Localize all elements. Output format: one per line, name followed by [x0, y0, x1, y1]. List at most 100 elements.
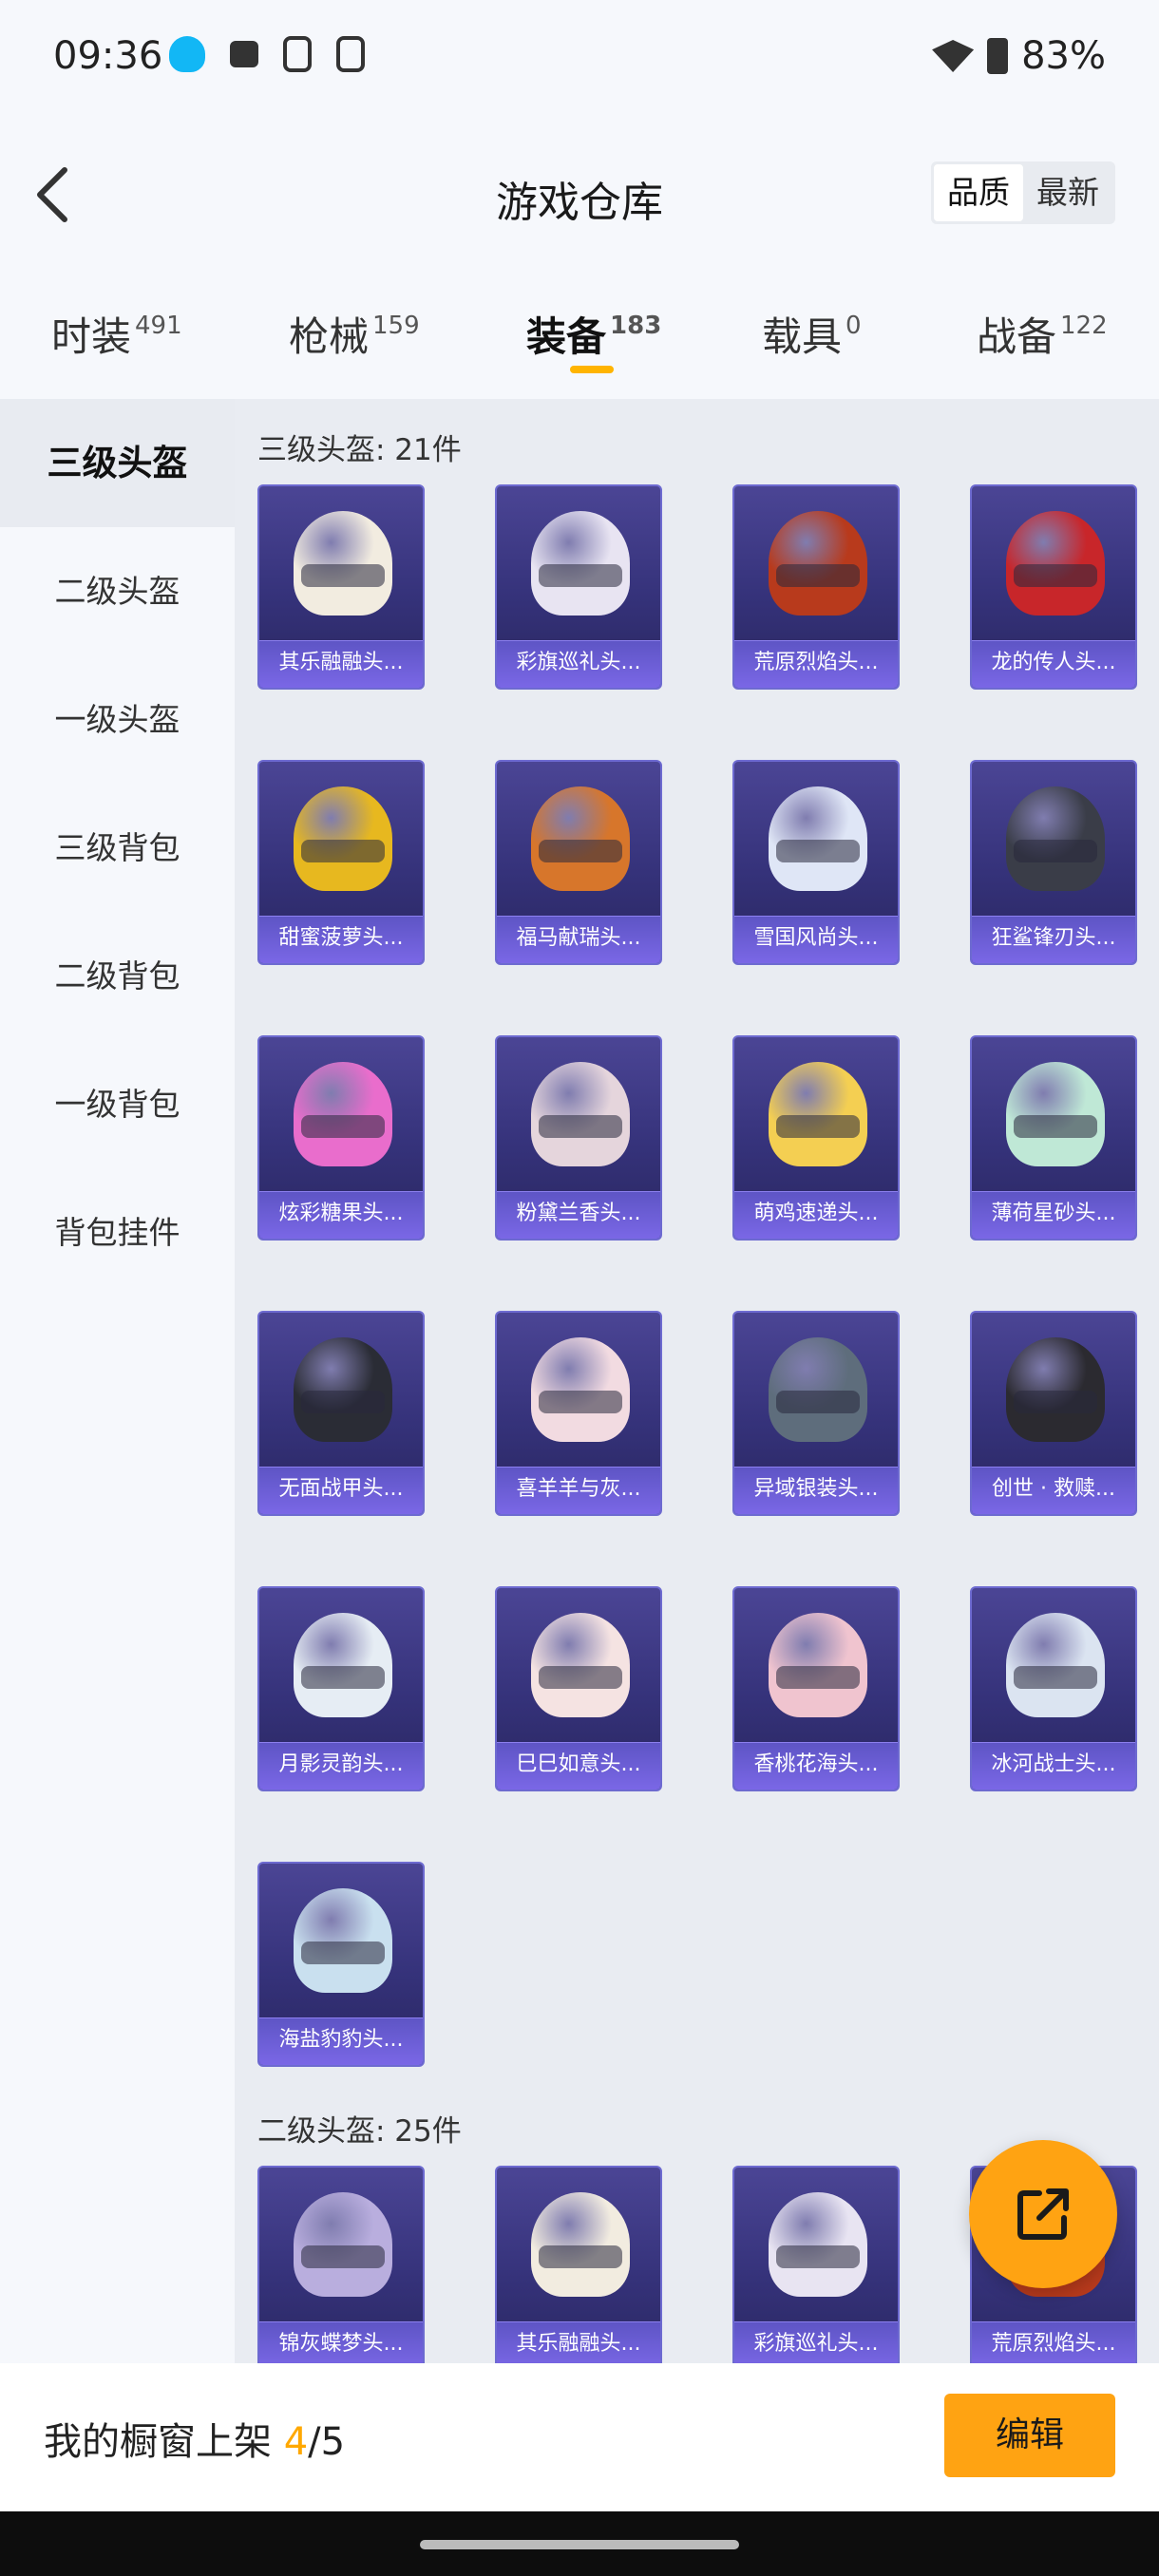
helmet-image	[294, 786, 392, 891]
item-card[interactable]: 无面战甲头...	[257, 1311, 425, 1516]
tab-equipment[interactable]: 装备 183	[526, 305, 661, 363]
active-tab-indicator	[570, 366, 614, 373]
item-name: 彩旗巡礼头...	[497, 640, 660, 688]
help-icon	[336, 36, 365, 72]
helmet-image	[769, 1337, 867, 1442]
tab-label: 枪械	[289, 313, 370, 360]
sidebar-item-level3-helmet[interactable]: 三级头盔	[0, 399, 235, 527]
item-card[interactable]: 彩旗巡礼头...	[495, 484, 662, 690]
item-card[interactable]: 巳巳如意头...	[495, 1586, 662, 1791]
item-name: 薄荷星砂头...	[972, 1191, 1135, 1239]
sort-quality-button[interactable]: 品质	[934, 164, 1023, 221]
tab-label: 时装	[51, 313, 132, 360]
tab-vehicles[interactable]: 载具 0	[762, 305, 862, 363]
item-card[interactable]: 荒原烈焰头...	[732, 484, 900, 690]
battery-icon	[987, 38, 1009, 74]
home-indicator[interactable]	[420, 2540, 739, 2549]
section-title: 二级头盔: 25件	[257, 2114, 462, 2149]
helmet-image	[531, 2192, 630, 2297]
helmet-image	[769, 2192, 867, 2297]
item-card[interactable]: 其乐融融头...	[257, 484, 425, 690]
helmet-visor	[539, 1666, 622, 1689]
section-title: 三级头盔: 21件	[257, 433, 462, 467]
helmet-image	[769, 786, 867, 891]
helmet-image	[1006, 1613, 1105, 1717]
helmet-visor	[776, 840, 860, 862]
helmet-image	[294, 1337, 392, 1442]
helmet-visor	[1014, 840, 1097, 862]
item-card[interactable]: 其乐融融头...	[495, 2166, 662, 2363]
helmet-image	[531, 1062, 630, 1166]
item-card[interactable]: 冰河战士头...	[970, 1586, 1137, 1791]
item-card[interactable]: 狂鲨锋刃头...	[970, 760, 1137, 965]
item-name: 雪国风尚头...	[734, 916, 898, 963]
item-name: 其乐融融头...	[259, 640, 423, 688]
helmet-visor	[301, 1115, 385, 1138]
tab-count: 183	[610, 312, 662, 340]
mail-icon	[230, 41, 258, 67]
helmet-visor	[776, 1391, 860, 1413]
sidebar-item-level2-helmet[interactable]: 二级头盔	[0, 527, 235, 655]
status-bar: 09:36 83%	[0, 0, 1159, 119]
category-tabs: 时装 491 枪械 159 装备 183 载具 0 战备 122	[0, 271, 1159, 399]
item-card[interactable]: 薄荷星砂头...	[970, 1035, 1137, 1241]
item-card[interactable]: 福马献瑞头...	[495, 760, 662, 965]
tab-supplies[interactable]: 战备 122	[977, 305, 1108, 363]
item-card[interactable]: 炫彩糖果头...	[257, 1035, 425, 1241]
item-name: 炫彩糖果头...	[259, 1191, 423, 1239]
helmet-image	[531, 511, 630, 616]
item-name: 甜蜜菠萝头...	[259, 916, 423, 963]
helmet-image	[769, 1062, 867, 1166]
item-grid: 三级头盔: 21件其乐融融头... 彩旗巡礼头... 荒原烈焰头... 龙的传人头..…	[235, 399, 1159, 2363]
tab-count: 0	[846, 312, 862, 340]
helmet-image	[294, 1062, 392, 1166]
sidebar-item-level3-backpack[interactable]: 三级背包	[0, 784, 235, 912]
sort-latest-button[interactable]: 最新	[1023, 164, 1112, 221]
item-card[interactable]: 月影灵韵头...	[257, 1586, 425, 1791]
item-card[interactable]: 龙的传人头...	[970, 484, 1137, 690]
helmet-visor	[301, 840, 385, 862]
item-name: 狂鲨锋刃头...	[972, 916, 1135, 963]
share-button[interactable]	[969, 2140, 1117, 2288]
item-name: 彩旗巡礼头...	[734, 2321, 898, 2363]
status-right: 83%	[932, 34, 1106, 78]
helmet-visor	[301, 1391, 385, 1413]
helmet-image	[1006, 1337, 1105, 1442]
sidebar-item-level1-backpack[interactable]: 一级背包	[0, 1040, 235, 1168]
item-name: 无面战甲头...	[259, 1467, 423, 1514]
item-card[interactable]: 锦灰蝶梦头...	[257, 2166, 425, 2363]
item-name: 萌鸡速递头...	[734, 1191, 898, 1239]
edit-button[interactable]: 编辑	[944, 2394, 1115, 2477]
item-name: 月影灵韵头...	[259, 1742, 423, 1790]
helmet-image	[531, 786, 630, 891]
item-card[interactable]: 异域银装头...	[732, 1311, 900, 1516]
item-card[interactable]: 彩旗巡礼头...	[732, 2166, 900, 2363]
item-card[interactable]: 海盐豹豹头...	[257, 1862, 425, 2067]
sidebar: 三级头盔 二级头盔 一级头盔 三级背包 二级背包 一级背包 背包挂件	[0, 399, 235, 2363]
helmet-visor	[776, 2245, 860, 2268]
item-card[interactable]: 粉黛兰香头...	[495, 1035, 662, 1241]
item-card[interactable]: 雪国风尚头...	[732, 760, 900, 965]
item-name: 福马献瑞头...	[497, 916, 660, 963]
item-card[interactable]: 创世 · 救赎...	[970, 1311, 1137, 1516]
helmet-image	[769, 511, 867, 616]
helmet-visor	[776, 564, 860, 587]
showcase-label: 我的橱窗上架	[44, 2420, 284, 2464]
item-card[interactable]: 香桃花海头...	[732, 1586, 900, 1791]
helmet-visor	[776, 1666, 860, 1689]
helmet-visor	[539, 564, 622, 587]
item-card[interactable]: 喜羊羊与灰...	[495, 1311, 662, 1516]
tab-guns[interactable]: 枪械 159	[289, 305, 420, 363]
sidebar-item-backpack-pendant[interactable]: 背包挂件	[0, 1168, 235, 1297]
sidebar-item-level2-backpack[interactable]: 二级背包	[0, 912, 235, 1040]
helmet-image	[294, 1613, 392, 1717]
helmet-visor	[301, 1666, 385, 1689]
helmet-visor	[1014, 564, 1097, 587]
item-name: 喜羊羊与灰...	[497, 1467, 660, 1514]
tab-fashion[interactable]: 时装 491	[51, 305, 182, 363]
header: 游戏仓库 品质 最新	[0, 119, 1159, 271]
sidebar-item-level1-helmet[interactable]: 一级头盔	[0, 655, 235, 784]
item-name: 海盐豹豹头...	[259, 2017, 423, 2065]
item-card[interactable]: 萌鸡速递头...	[732, 1035, 900, 1241]
item-card[interactable]: 甜蜜菠萝头...	[257, 760, 425, 965]
